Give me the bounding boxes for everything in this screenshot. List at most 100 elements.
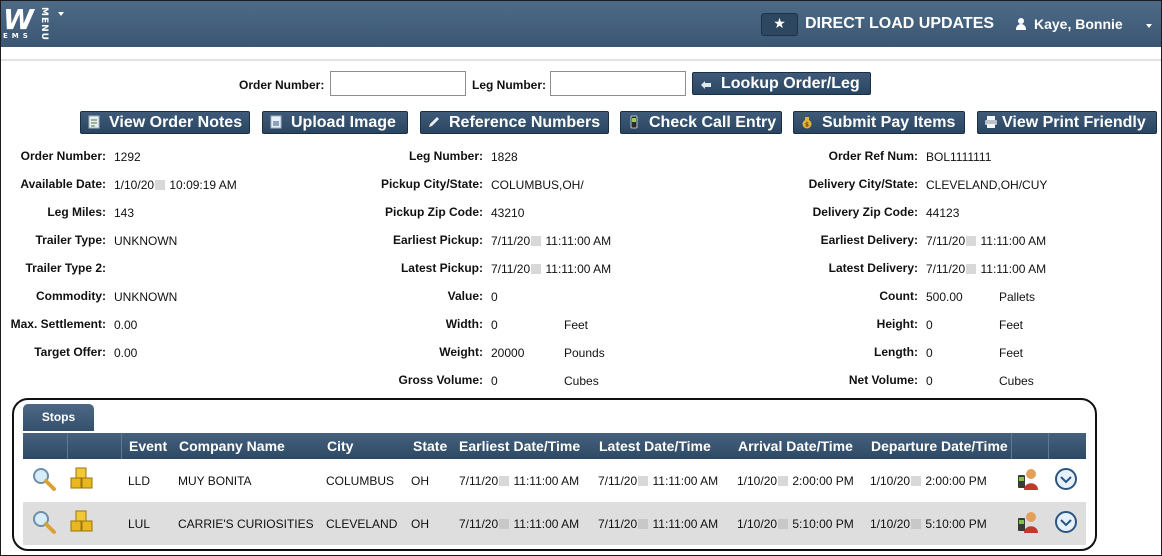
app-logo[interactable]: W EMS: [1, 1, 37, 47]
user-icon: [1015, 18, 1027, 30]
max-settlement-label: Max. Settlement:: [10, 317, 106, 331]
order-number-input[interactable]: [330, 71, 466, 96]
top-bar: W EMS MENU ★ DIRECT LOAD UPDATES Kaye, B…: [1, 1, 1161, 47]
gross-volume-unit: Cubes: [564, 374, 599, 388]
length-unit: Feet: [999, 346, 1024, 360]
submit-pay-items-button[interactable]: $ Submit Pay Items: [793, 111, 965, 134]
column-header-city[interactable]: City: [327, 438, 353, 454]
latest-pickup-value: 7/11/20 11:11:00 AM: [491, 262, 612, 276]
redacted-mark: [778, 476, 789, 486]
boxes-icon[interactable]: [69, 465, 95, 491]
table-row[interactable]: LLD MUY BONITA COLUMBUS OH 7/11/20 11:11…: [23, 459, 1086, 502]
trailer-type-label: Trailer Type:: [35, 233, 106, 247]
net-volume-unit: Cubes: [999, 374, 1034, 388]
driver-contact-icon[interactable]: [1016, 510, 1040, 534]
net-volume-value: 0: [926, 374, 933, 388]
column-header-company-name[interactable]: Company Name: [179, 438, 285, 454]
reference-numbers-button[interactable]: Reference Numbers: [420, 111, 609, 134]
redacted-mark: [531, 264, 542, 274]
user-caret-icon: [1146, 24, 1152, 28]
latest-delivery-label: Latest Delivery:: [828, 261, 918, 275]
upload-image-button[interactable]: Upload Image: [262, 111, 408, 134]
gross-volume-label: Gross Volume:: [398, 373, 483, 387]
menu-caret-icon: [58, 12, 64, 16]
column-header-arrival-date[interactable]: Arrival Date/Time: [738, 438, 853, 454]
cell-earliest: 7/11/20 11:11:00 AM: [459, 474, 580, 488]
column-divider: [1048, 433, 1049, 459]
redacted-mark: [155, 180, 166, 190]
view-print-friendly-label: View Print Friendly: [1002, 114, 1146, 131]
earliest-delivery-label: Earliest Delivery:: [820, 233, 918, 247]
main-menu-button[interactable]: MENU: [39, 5, 71, 43]
latest-pickup-label: Latest Pickup:: [400, 261, 483, 275]
column-header-departure-date[interactable]: Departure Date/Time: [871, 438, 1008, 454]
column-divider: [67, 433, 68, 459]
earliest-pickup-label: Earliest Pickup:: [392, 233, 483, 247]
order-number-field-label: Order Number:: [20, 149, 106, 163]
view-order-notes-button[interactable]: View Order Notes: [80, 111, 250, 134]
height-unit: Feet: [999, 318, 1024, 332]
cell-event: LLD: [128, 474, 151, 488]
check-call-entry-button[interactable]: Check Call Entry: [620, 111, 782, 134]
commodity-label: Commodity:: [36, 289, 106, 303]
count-value: 500.00: [926, 290, 963, 304]
column-header-event[interactable]: Event: [129, 438, 167, 454]
check-call-entry-label: Check Call Entry: [649, 114, 777, 131]
logo-subtext: EMS: [3, 32, 32, 40]
column-divider: [121, 433, 122, 459]
phone-icon: [630, 115, 638, 129]
cell-state: OH: [411, 474, 429, 488]
notes-icon: [88, 115, 100, 129]
cell-company: CARRIE'S CURIOSITIES: [178, 517, 314, 531]
clock-icon[interactable]: [1054, 467, 1078, 491]
table-row[interactable]: LUL CARRIE'S CURIOSITIES CLEVELAND OH 7/…: [23, 502, 1086, 545]
pickup-zip-value: 43210: [491, 206, 525, 220]
earliest-delivery-value: 7/11/20 11:11:00 AM: [926, 234, 1047, 248]
driver-contact-icon[interactable]: [1016, 467, 1040, 491]
user-name: Kaye, Bonnie: [1034, 16, 1123, 32]
cell-event: LUL: [128, 517, 151, 531]
net-volume-label: Net Volume:: [848, 373, 918, 387]
leg-number-input[interactable]: [550, 71, 686, 96]
redacted-mark: [911, 476, 922, 486]
lookup-order-leg-button[interactable]: Lookup Order/Leg: [692, 72, 871, 95]
weight-value: 20000: [491, 346, 525, 360]
column-header-latest-date[interactable]: Latest Date/Time: [599, 438, 711, 454]
printer-icon: [985, 116, 997, 128]
view-order-notes-label: View Order Notes: [109, 114, 243, 131]
view-print-friendly-button[interactable]: View Print Friendly: [977, 111, 1157, 134]
redacted-mark: [638, 476, 649, 486]
submit-pay-items-label: Submit Pay Items: [822, 114, 956, 131]
width-unit: Feet: [564, 318, 589, 332]
tab-stops[interactable]: Stops: [23, 404, 94, 431]
column-header-earliest-date[interactable]: Earliest Date/Time: [459, 438, 580, 454]
column-header-state[interactable]: State: [413, 438, 447, 454]
boxes-icon[interactable]: [69, 508, 95, 534]
redacted-mark: [499, 519, 510, 529]
cell-city: CLEVELAND: [326, 517, 398, 531]
trailer-type-2-label: Trailer Type 2:: [25, 261, 106, 275]
magnifier-icon[interactable]: [31, 509, 57, 535]
divider: [1, 59, 1161, 61]
length-label: Length:: [874, 345, 918, 359]
redacted-mark: [638, 519, 649, 529]
redacted-mark: [778, 519, 789, 529]
pickup-zip-label: Pickup Zip Code:: [384, 205, 483, 219]
earliest-pickup-value: 7/11/20 11:11:00 AM: [491, 234, 612, 248]
length-value: 0: [926, 346, 933, 360]
reference-numbers-label: Reference Numbers: [449, 114, 601, 131]
cell-arrival: 1/10/20 5:10:00 PM: [737, 517, 854, 531]
menu-label: MENU: [39, 7, 49, 41]
cell-state: OH: [411, 517, 429, 531]
leg-miles-value: 143: [114, 206, 135, 220]
column-divider: [1011, 433, 1012, 459]
search-arrow-icon: [701, 81, 711, 89]
stops-grid-header: Event Company Name City State Earliest D…: [23, 433, 1086, 459]
clock-icon[interactable]: [1054, 510, 1078, 534]
star-icon: ★: [773, 16, 786, 32]
redacted-mark: [966, 236, 977, 246]
order-ref-num-value: BOL1111111: [926, 150, 992, 164]
favorite-button[interactable]: ★: [761, 13, 798, 36]
cell-city: COLUMBUS: [326, 474, 395, 488]
magnifier-icon[interactable]: [31, 466, 57, 492]
